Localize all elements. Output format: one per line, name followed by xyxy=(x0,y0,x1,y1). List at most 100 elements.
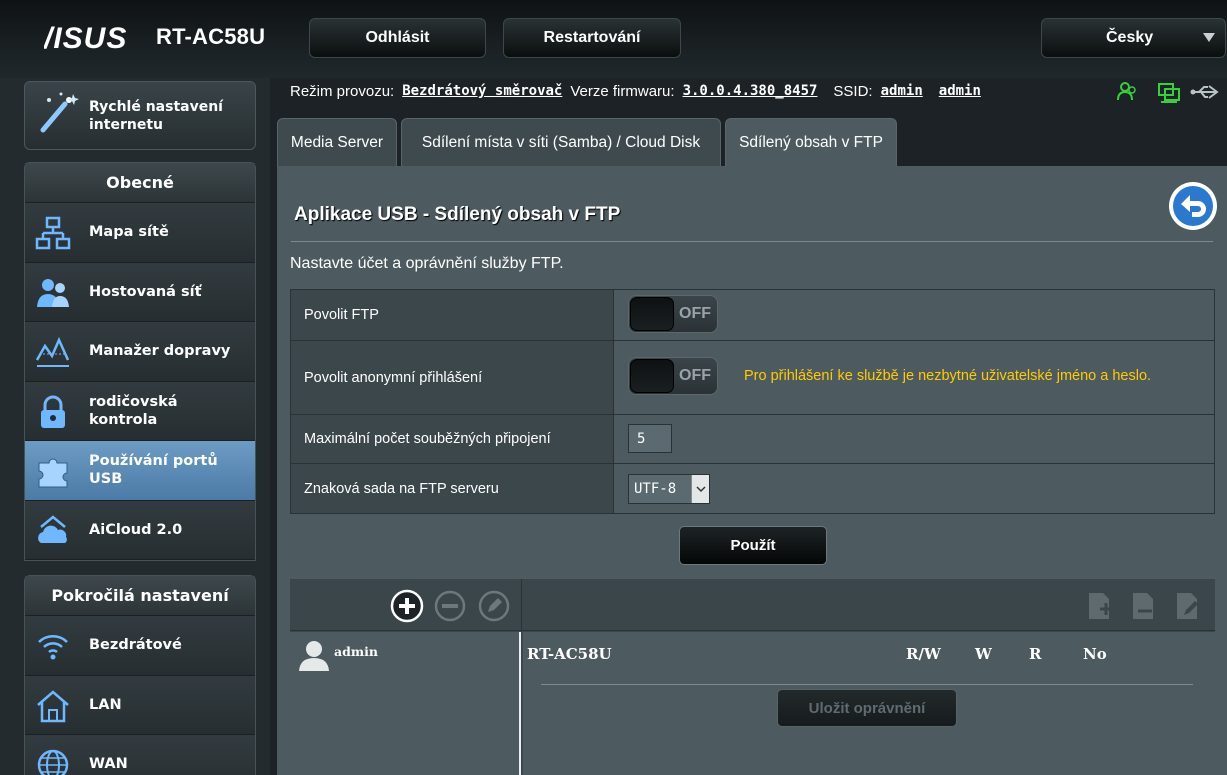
general-section: Obecné Mapa sítě Hostovaná síť Manažer d… xyxy=(24,162,256,561)
max-connections-input[interactable]: 5 xyxy=(628,424,672,453)
tab-ftp-share[interactable]: Sdílený obsah v FTP xyxy=(725,118,897,166)
asus-logo: /ISUS xyxy=(44,22,127,54)
guest-network-icon xyxy=(37,278,69,307)
permissions-divider xyxy=(541,684,1193,685)
back-arrow-icon[interactable] xyxy=(1167,180,1219,232)
permissions-toolbar xyxy=(290,579,1215,631)
anonymous-login-state: OFF xyxy=(679,367,711,384)
top-bar: /ISUS RT-AC58U Odhlásit Restartování Čes… xyxy=(0,0,1227,78)
edit-account-icon[interactable] xyxy=(477,589,511,623)
sidebar-item-guest-network[interactable]: Hostovaná síť xyxy=(25,262,255,322)
page-title: Aplikace USB - Sdílený obsah v FTP xyxy=(294,204,621,225)
ftp-settings-table: Povolit FTP OFF Povolit anonymní přihláš… xyxy=(290,289,1215,514)
sidebar-item-traffic-manager[interactable]: Manažer dopravy xyxy=(25,322,255,382)
sidebar: Rychlé nastavení internetu Obecné Mapa s… xyxy=(0,78,270,775)
sidebar-item-wireless[interactable]: Bezdrátové xyxy=(25,616,255,676)
row-anonymous-login: Povolit anonymní přihlášení OFF Pro přih… xyxy=(291,341,1214,415)
page-description: Nastavte účet a oprávnění služby FTP. xyxy=(290,255,564,272)
user-avatar-icon xyxy=(299,641,329,671)
quick-setup-label: Rychlé nastavení internetu xyxy=(89,99,223,133)
advanced-section: Pokročilá nastavení Bezdrátové LAN WAN xyxy=(24,575,256,775)
sidebar-item-label: WAN xyxy=(89,756,128,773)
add-account-icon[interactable] xyxy=(390,589,424,623)
usb-application-icon xyxy=(38,458,68,488)
quick-internet-setup-button[interactable]: Rychlé nastavení internetu xyxy=(24,81,256,150)
restart-button[interactable]: Restartování xyxy=(503,18,681,58)
anonymous-login-toggle[interactable]: OFF xyxy=(628,357,718,395)
sidebar-item-network-map[interactable]: Mapa sítě xyxy=(25,203,255,263)
sidebar-item-label: Bezdrátové xyxy=(89,637,182,654)
permissions-panel: admin RT-AC58U R/W W R No Uložit oprávně… xyxy=(290,579,1215,775)
row-charset: Znaková sada na FTP serveru UTF-8 xyxy=(291,464,1214,513)
sidebar-item-label: AiCloud 2.0 xyxy=(89,521,183,538)
max-connections-label: Maximální počet souběžných připojení xyxy=(291,415,614,463)
status-line: Režim provozu: Bezdrátový směrovač Verze… xyxy=(290,80,981,102)
sidebar-item-label: Hostovaná síť xyxy=(89,283,202,300)
ssid-5g-link[interactable]: admin xyxy=(939,83,981,99)
delete-folder-icon[interactable] xyxy=(1130,591,1158,621)
perm-col-no: No xyxy=(1083,645,1107,663)
operation-mode-label: Režim provozu: xyxy=(290,82,395,100)
enable-ftp-state: OFF xyxy=(679,305,711,322)
language-select[interactable]: Česky xyxy=(1041,18,1226,58)
magic-wand-icon xyxy=(40,92,79,133)
router-model: RT-AC58U xyxy=(156,24,266,49)
tab-media-server[interactable]: Media Server xyxy=(277,118,397,166)
perm-col-w: W xyxy=(975,645,992,663)
sidebar-item-lan[interactable]: LAN xyxy=(25,675,255,735)
perm-col-rw: R/W xyxy=(906,645,941,663)
charset-select[interactable]: UTF-8 xyxy=(628,474,710,504)
operation-mode-link[interactable]: Bezdrátový směrovač xyxy=(402,83,562,99)
device-name: RT-AC58U xyxy=(527,645,612,663)
enable-ftp-label: Povolit FTP xyxy=(291,290,614,340)
chevron-down-icon xyxy=(1203,33,1215,42)
account-list: admin xyxy=(290,632,521,775)
apply-button[interactable]: Použít xyxy=(679,526,827,565)
ssid-label: SSID: xyxy=(833,82,873,100)
row-enable-ftp: Povolit FTP OFF xyxy=(291,290,1214,341)
perm-col-r: R xyxy=(1029,645,1042,663)
wireless-icon xyxy=(38,635,68,660)
sidebar-item-label: Používání portů USB xyxy=(89,453,218,488)
ssid-24g-link[interactable]: admin xyxy=(881,83,923,99)
account-item-admin[interactable]: admin xyxy=(296,638,496,674)
usb-status-icon xyxy=(1190,85,1219,99)
sidebar-item-label: Mapa sítě xyxy=(89,224,169,241)
internet-status-icon xyxy=(1158,83,1180,103)
general-section-title: Obecné xyxy=(25,163,255,203)
status-icons xyxy=(1117,82,1219,103)
parental-control-icon xyxy=(41,395,65,428)
svg-text:/ISUS: /ISUS xyxy=(44,22,127,54)
sidebar-item-wan[interactable]: WAN xyxy=(25,735,255,775)
network-map-icon xyxy=(35,216,71,250)
anonymous-login-hint: Pro přihlášení ke službě je nezbytné uži… xyxy=(744,368,1152,384)
sidebar-item-parental-control[interactable]: rodičovská kontrola xyxy=(25,381,255,441)
anonymous-login-label: Povolit anonymní přihlášení xyxy=(291,341,614,414)
add-folder-icon[interactable] xyxy=(1086,591,1114,621)
remove-account-icon[interactable] xyxy=(433,589,467,623)
folder-permissions: RT-AC58U R/W W R No Uložit oprávnění xyxy=(523,632,1215,775)
firmware-label: Verze firmwaru: xyxy=(570,82,675,100)
row-max-connections: Maximální počet souběžných připojení 5 xyxy=(291,415,1214,464)
charset-label: Znaková sada na FTP serveru xyxy=(291,464,614,513)
sidebar-item-label: LAN xyxy=(89,696,122,713)
sidebar-item-usb-application[interactable]: Používání portů USB xyxy=(25,441,255,501)
advanced-section-title: Pokročilá nastavení xyxy=(25,576,255,616)
sidebar-item-label: Manažer dopravy xyxy=(89,343,231,360)
lan-icon xyxy=(37,689,69,722)
account-name: admin xyxy=(334,644,378,659)
clients-status-icon xyxy=(1117,82,1136,101)
tab-samba-cloud-disk[interactable]: Sdílení místa v síti (Samba) / Cloud Dis… xyxy=(401,118,721,166)
title-divider xyxy=(291,241,1213,242)
language-value: Česky xyxy=(1106,29,1154,46)
save-permissions-button: Uložit oprávnění xyxy=(777,689,957,727)
chevron-down-icon xyxy=(691,475,709,503)
enable-ftp-toggle[interactable]: OFF xyxy=(628,295,718,333)
sidebar-item-label: rodičovská kontrola xyxy=(89,393,178,428)
edit-folder-icon[interactable] xyxy=(1174,591,1202,621)
logout-button[interactable]: Odhlásit xyxy=(309,18,486,58)
charset-value: UTF-8 xyxy=(634,481,677,497)
firmware-version-link[interactable]: 3.0.0.4.380_8457 xyxy=(683,83,818,99)
main-panel: Aplikace USB - Sdílený obsah v FTP Nasta… xyxy=(277,166,1227,775)
sidebar-item-aicloud[interactable]: AiCloud 2.0 xyxy=(25,500,255,560)
